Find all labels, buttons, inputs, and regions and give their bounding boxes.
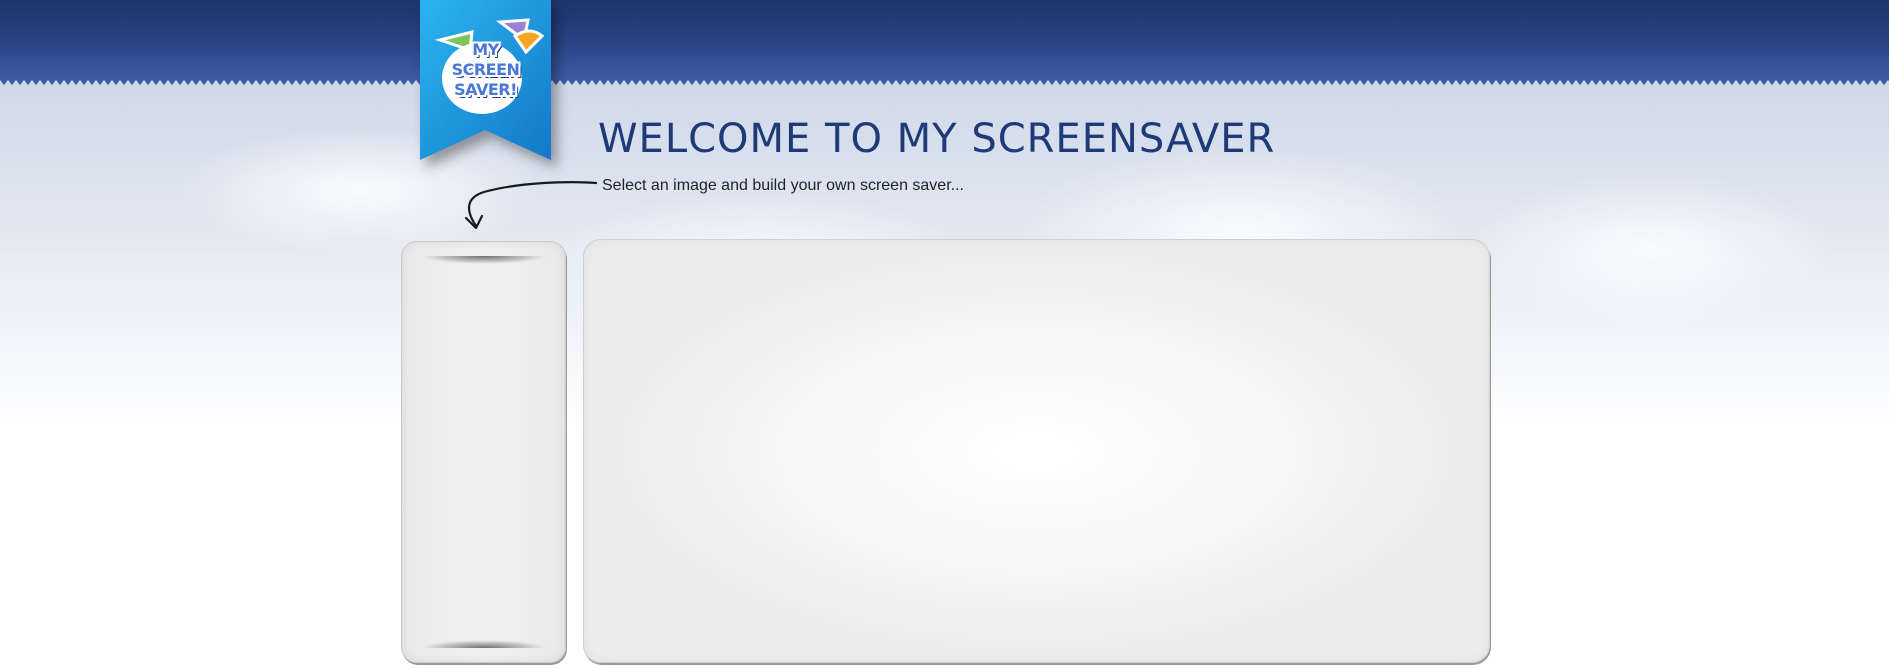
curved-arrow-icon: [464, 181, 598, 230]
page-subtitle: Select an image and build your own scree…: [602, 177, 964, 194]
scroll-shadow-top: [422, 256, 546, 272]
thumbnail-panel[interactable]: [401, 241, 566, 663]
preview-panel[interactable]: [583, 239, 1490, 663]
page-title: WELCOME TO MY SCREENSAVER: [598, 116, 1276, 162]
header-zigzag-edge: [0, 80, 1889, 88]
logo-ribbon[interactable]: MY SCREEN SAVER!: [420, 0, 551, 160]
logo-text: MY SCREEN SAVER!: [451, 40, 520, 99]
header-bar: [0, 0, 1889, 80]
scroll-shadow-bottom: [422, 632, 546, 648]
